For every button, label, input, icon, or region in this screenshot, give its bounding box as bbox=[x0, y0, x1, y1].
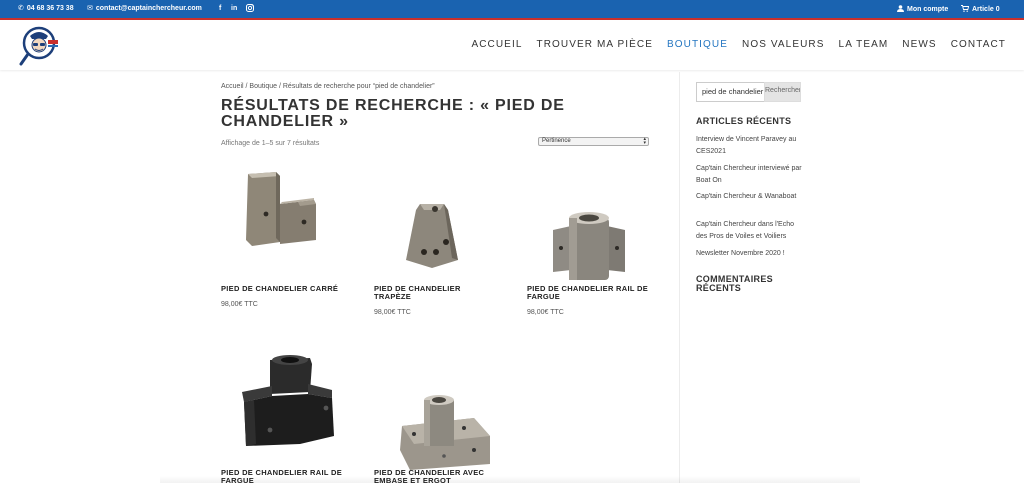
product-price: 98,00€ TTC bbox=[221, 301, 258, 308]
footer-shadow bbox=[160, 476, 860, 483]
recent-article-link[interactable]: Cap'tain Chercheur & Wanaboat bbox=[696, 191, 806, 203]
product-name[interactable]: PIED DE CHANDELIER RAIL DE FARGUE bbox=[527, 285, 657, 300]
product-image-rail-de-fargue-noir[interactable] bbox=[240, 352, 336, 457]
nav-contact[interactable]: CONTACT bbox=[951, 39, 1006, 50]
recent-article-link[interactable]: Interview de Vincent Paravey au CES2021 bbox=[696, 134, 806, 158]
sort-selected-value: Pertinence bbox=[542, 138, 571, 144]
account-link[interactable]: Mon compte bbox=[897, 5, 948, 14]
main-nav: ACCUEIL TROUVER MA PIÈCE BOUTIQUE NOS VA… bbox=[471, 39, 1006, 50]
email-text: contact@captainchercheur.com bbox=[95, 5, 202, 12]
instagram-icon[interactable] bbox=[246, 4, 254, 12]
phone-text: 04 68 36 73 38 bbox=[26, 5, 74, 12]
product-image-trapeze[interactable] bbox=[400, 200, 464, 277]
site-logo[interactable] bbox=[18, 24, 64, 70]
product-price: 98,00€ TTC bbox=[527, 309, 564, 316]
cart-icon bbox=[961, 5, 970, 14]
account-text: Mon compte bbox=[907, 6, 949, 13]
nav-boutique[interactable]: BOUTIQUE bbox=[667, 39, 728, 50]
recent-articles-heading: ARTICLES RÉCENTS bbox=[696, 116, 792, 126]
breadcrumb[interactable]: Accueil / Boutique / Résultats de recher… bbox=[221, 83, 435, 90]
product-image-carre[interactable] bbox=[240, 170, 320, 255]
sidebar-divider bbox=[679, 72, 680, 483]
nav-accueil[interactable]: ACCUEIL bbox=[471, 39, 522, 50]
email-link[interactable]: ✉ contact@captainchercheur.com bbox=[87, 5, 202, 12]
nav-news[interactable]: NEWS bbox=[902, 39, 936, 50]
search-input[interactable]: pied de chandelier bbox=[696, 82, 764, 102]
top-bar: ✆ 04 68 36 73 38 ✉ contact@captaincherch… bbox=[0, 0, 1024, 18]
product-image-rail-de-fargue[interactable] bbox=[553, 208, 625, 289]
recent-article-link[interactable]: Newsletter Novembre 2020 ! bbox=[696, 248, 806, 260]
result-count: Affichage de 1–5 sur 7 résultats bbox=[221, 140, 320, 147]
recent-comments-heading: COMMENTAIRES RÉCENTS bbox=[696, 274, 773, 293]
phone-link[interactable]: ✆ 04 68 36 73 38 bbox=[18, 5, 74, 12]
search-button[interactable]: Rechercher bbox=[764, 82, 801, 102]
product-image-embase-ergot[interactable] bbox=[398, 392, 494, 477]
product-price: 98,00€ TTC bbox=[374, 309, 411, 316]
sort-select[interactable]: Pertinence ▴ ▾ bbox=[538, 137, 649, 146]
recent-article-link[interactable]: Cap'tain Chercheur interviewé par Boat O… bbox=[696, 163, 806, 187]
phone-icon: ✆ bbox=[18, 5, 24, 12]
cart-text: Article 0 bbox=[972, 6, 1000, 13]
envelope-icon: ✉ bbox=[87, 5, 93, 12]
facebook-icon[interactable]: f bbox=[219, 5, 221, 12]
product-name[interactable]: PIED DE CHANDELIER CARRÉ bbox=[221, 285, 356, 293]
nav-la-team[interactable]: LA TEAM bbox=[839, 39, 889, 50]
cart-link[interactable]: Article 0 bbox=[961, 5, 1000, 14]
recent-article-link[interactable]: Cap'tain Chercheur dans l'Echo des Pros … bbox=[696, 219, 806, 243]
user-icon bbox=[897, 5, 904, 14]
site-header: ACCUEIL TROUVER MA PIÈCE BOUTIQUE NOS VA… bbox=[0, 20, 1024, 70]
linkedin-icon[interactable]: in bbox=[231, 5, 237, 12]
page-title: RÉSULTATS DE RECHERCHE : « PIED DE CHAND… bbox=[221, 97, 565, 130]
select-arrows-icon: ▴ ▾ bbox=[643, 136, 646, 146]
nav-nos-valeurs[interactable]: NOS VALEURS bbox=[742, 39, 825, 50]
product-name[interactable]: PIED DE CHANDELIER TRAPÈZE bbox=[374, 285, 499, 300]
nav-trouver-ma-piece[interactable]: TROUVER MA PIÈCE bbox=[536, 39, 653, 50]
